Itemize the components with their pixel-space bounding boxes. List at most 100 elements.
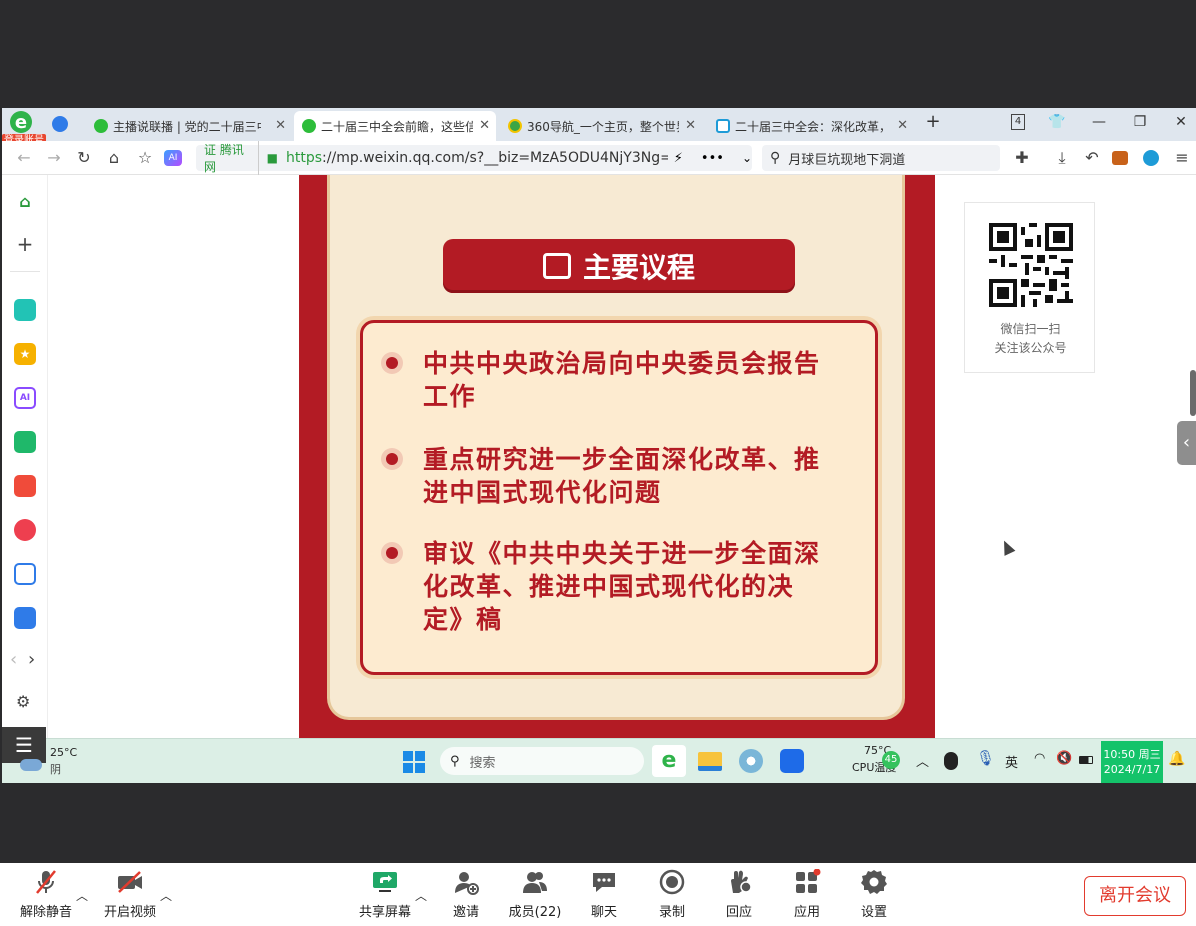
audio-options-chevron-icon[interactable]: ︿ — [76, 887, 88, 904]
back-icon[interactable]: ← — [14, 149, 34, 167]
members-label: 成员(22) — [508, 905, 562, 920]
download-icon[interactable]: ⤓ — [1052, 149, 1072, 167]
ime-indicator[interactable]: 英 — [1005, 752, 1018, 771]
app-disc-icon[interactable] — [739, 749, 763, 773]
tencent-meeting-icon[interactable] — [780, 749, 804, 773]
wifi-icon[interactable]: ◠ — [1034, 751, 1045, 766]
undo-icon[interactable]: ↶ — [1082, 149, 1102, 167]
unmute-button[interactable]: 解除静音 — [11, 869, 81, 920]
browser-taskbar-icon[interactable]: e — [652, 745, 686, 777]
close-window-icon[interactable]: ✕ — [1170, 114, 1192, 130]
new-tab-plus-icon[interactable]: + — [922, 111, 944, 132]
react-button[interactable]: 回应 — [704, 869, 774, 920]
share-screen-label: 共享屏幕 — [358, 905, 411, 920]
ai-edit-icon[interactable] — [14, 563, 36, 585]
tab-close-icon[interactable]: ✕ — [685, 118, 696, 133]
send-icon[interactable] — [52, 116, 68, 132]
unmute-label: 解除静音 — [19, 905, 72, 920]
sync-icon[interactable] — [1143, 150, 1159, 166]
extensions-icon[interactable]: ✚ — [1012, 149, 1032, 167]
weather-temp[interactable]: 25°C — [50, 746, 77, 759]
members-button[interactable]: 成员(22) — [500, 869, 570, 920]
search-input[interactable]: 月球巨坑现地下洞道 — [788, 149, 905, 168]
more-icon[interactable]: ••• — [701, 151, 724, 166]
folder-icon[interactable] — [698, 752, 722, 771]
tab-close-icon[interactable]: ✕ — [897, 118, 908, 133]
settings-gear-icon[interactable]: ⚙ — [16, 692, 30, 711]
shirt-skin-icon[interactable]: 👕 — [1046, 114, 1068, 130]
record-button[interactable]: 录制 — [637, 869, 707, 920]
video-options-chevron-icon[interactable]: ︿ — [160, 887, 172, 904]
agenda-line: 进中国式现代化问题 — [423, 478, 662, 507]
star-app-icon[interactable]: ★ — [14, 343, 36, 365]
taskbar-search[interactable]: ⚲ 搜索 — [440, 747, 644, 775]
ai-icon[interactable]: AI — [164, 150, 182, 166]
camera-off-icon — [118, 871, 142, 893]
side-collapse-button[interactable]: ‹ — [1177, 421, 1196, 465]
members-icon — [523, 872, 547, 893]
toolbox-icon[interactable] — [1112, 151, 1128, 165]
add-icon[interactable]: + — [14, 232, 36, 256]
wechat-icon — [302, 119, 316, 133]
qq-penguin-icon[interactable] — [944, 752, 958, 770]
notification-bell-icon[interactable]: 🔔 — [1168, 751, 1185, 767]
invite-button[interactable]: 邀请 — [431, 869, 501, 920]
settings-button[interactable]: 设置 — [839, 869, 909, 920]
tab-close-icon[interactable]: ✕ — [275, 118, 286, 133]
tab-count-badge[interactable]: 4 — [1011, 114, 1025, 130]
qr-card: 微信扫一扫 关注该公众号 — [964, 202, 1095, 373]
tray-chevron-up-icon[interactable]: ︿ — [916, 751, 929, 770]
search-box[interactable]: ⚲ 月球巨坑现地下洞道 — [762, 145, 1000, 171]
favorites-icon[interactable]: ☆ — [135, 149, 155, 167]
restore-icon[interactable]: ❐ — [1129, 114, 1151, 130]
list-menu-icon[interactable]: ☰ — [2, 727, 46, 763]
tab-360-nav[interactable]: 360导航_一个主页，整个世界 ✕ — [500, 111, 702, 141]
mic-muted-icon — [36, 870, 56, 894]
tab-news[interactable]: 主播说联播 | 党的二十届三中全会 ✕ — [86, 111, 292, 141]
home-icon[interactable]: ⌂ — [14, 190, 36, 212]
start-video-button[interactable]: 开启视频 — [95, 869, 165, 920]
url-text: ://mp.weixin.qq.com/s?__biz=MzA5ODU4NjY3… — [322, 150, 668, 166]
tab-close-icon[interactable]: ✕ — [479, 118, 490, 133]
chevron-down-icon[interactable]: ⌄ — [742, 151, 752, 165]
browser-logo-icon[interactable]: e — [10, 111, 32, 133]
clock[interactable]: 10:50 周三 2024/7/17 — [1101, 741, 1163, 783]
cpu-badge: 45 — [882, 751, 900, 769]
ai-video-icon[interactable] — [14, 519, 36, 541]
leave-meeting-button[interactable]: 离开会议 — [1084, 876, 1186, 916]
minimize-icon[interactable]: — — [1088, 114, 1110, 130]
home-icon[interactable]: ⌂ — [104, 149, 124, 167]
chat-bubble-icon — [593, 873, 615, 892]
sidebar-divider — [10, 271, 40, 272]
refresh-icon[interactable]: ↻ — [74, 149, 94, 167]
agenda-text: 审议《中共中央关于进一步全面深 化改革、推进中国式现代化的决 定》稿 — [423, 537, 821, 636]
ai-assistant-icon[interactable]: AI — [14, 387, 36, 409]
bullet-icon — [381, 448, 403, 470]
volume-muted-icon[interactable]: 🔇 — [1056, 751, 1072, 766]
lightning-icon[interactable]: ⚡ — [674, 151, 683, 166]
app-puzzle-icon[interactable] — [14, 299, 36, 321]
address-bar[interactable]: 证 腾讯网 ■ https ://mp.weixin.qq.com/s?__bi… — [196, 141, 752, 175]
chevron-left-icon[interactable]: ‹ — [10, 649, 17, 670]
chat-button[interactable]: 聊天 — [569, 869, 639, 920]
poster-panel: 主要议程 中共中央政治局向中央委员会报告 工作 重点研究进一步全面深化改革、推 … — [327, 175, 905, 720]
ai-image-icon[interactable] — [14, 431, 36, 453]
ai-doc-icon[interactable] — [14, 607, 36, 629]
ai-pdf-icon[interactable] — [14, 475, 36, 497]
apps-button[interactable]: 应用 — [772, 869, 842, 920]
menu-icon[interactable]: ≡ — [1172, 149, 1192, 167]
start-windows-icon[interactable] — [403, 751, 425, 773]
battery-icon[interactable] — [1079, 756, 1093, 764]
share-options-chevron-icon[interactable]: ︿ — [415, 887, 427, 904]
agenda-item: 中共中央政治局向中央委员会报告 工作 — [381, 347, 861, 413]
taskbar-search-input[interactable]: 搜索 — [470, 752, 496, 771]
scrollbar-thumb[interactable] — [1190, 370, 1196, 416]
tab-wechat-article[interactable]: 二十届三中全会前瞻，这些信息 ✕ — [294, 111, 496, 141]
tab-bilibili[interactable]: 二十届三中全会：深化改革，推 ✕ — [708, 111, 914, 141]
chevron-right-icon[interactable]: › — [28, 649, 35, 670]
share-screen-button[interactable]: 共享屏幕 — [350, 869, 420, 920]
chat-label: 聊天 — [590, 905, 617, 920]
forward-icon[interactable]: → — [44, 149, 64, 167]
microphone-icon[interactable]: 🎙 — [976, 749, 995, 767]
weather-cloud-icon — [20, 759, 42, 771]
